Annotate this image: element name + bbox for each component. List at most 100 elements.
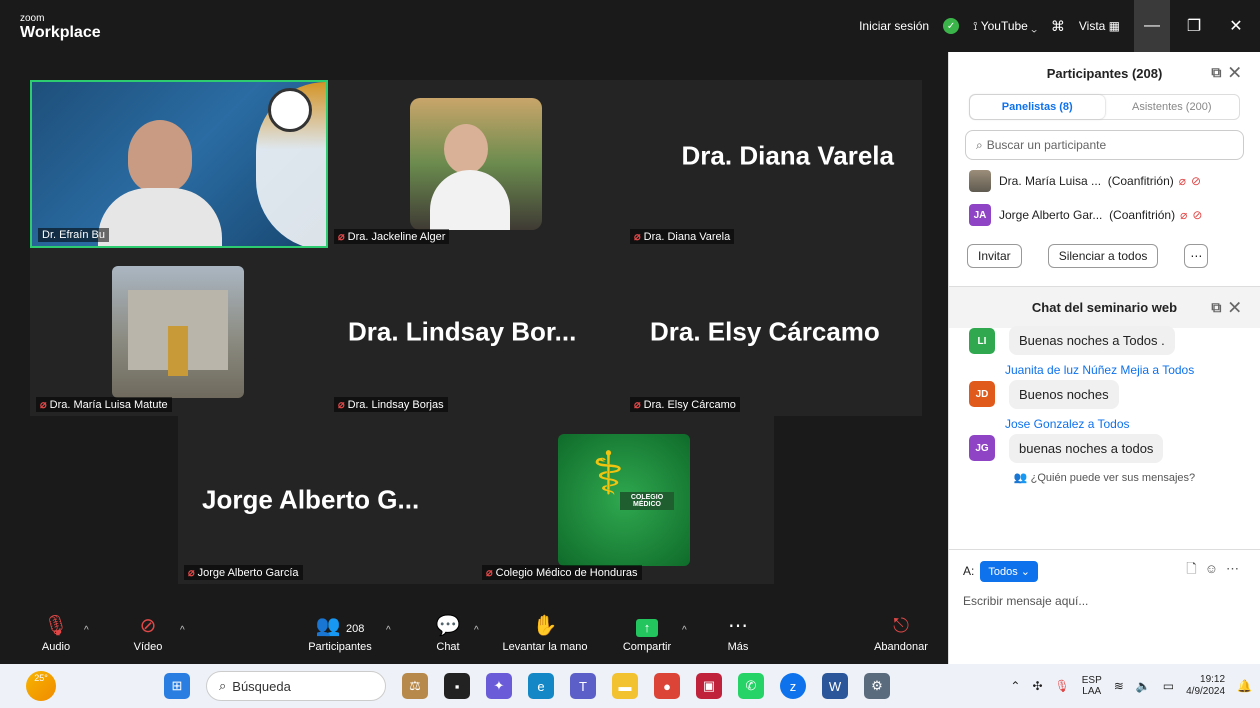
share-arrow-icon: ↑ — [636, 619, 658, 637]
share-options-caret[interactable]: ^ — [682, 625, 687, 636]
youtube-live-button[interactable]: ⟟ YouTube ⌄ — [973, 19, 1037, 34]
whatsapp-icon[interactable]: ✆ — [738, 673, 764, 699]
muted-mic-icon: ⌀ — [634, 399, 641, 411]
participant-row[interactable]: Dra. María Luisa ... (Coanfitrión) ⌀ ⊘ — [949, 164, 1260, 198]
raise-hand-button[interactable]: ✋ Levantar la mano — [496, 613, 594, 653]
more-options-button[interactable]: ⋯ — [1184, 244, 1209, 268]
chat-message: Jose Gonzalez a Todos JG buenas noches a… — [949, 417, 1260, 463]
logo-text: COLEGIO MÉDICO — [620, 492, 674, 510]
file-explorer-icon[interactable]: ▬ — [612, 673, 638, 699]
settings-gear-icon[interactable]: ⚙ — [864, 673, 890, 699]
close-panel-icon[interactable]: ✕ — [1229, 64, 1248, 80]
chat-input[interactable]: Escribir mensaje aquí... — [963, 594, 1247, 608]
muted-mic-icon: ⌀ — [1178, 174, 1186, 188]
battery-icon[interactable]: ▭ — [1163, 679, 1174, 693]
participants-options-caret[interactable]: ^ — [386, 625, 391, 636]
participants-button[interactable]: 👥 208 Participantes — [302, 613, 378, 653]
more-dots-icon[interactable]: ⋯ — [1226, 561, 1247, 576]
close-panel-icon[interactable]: ✕ — [1229, 299, 1248, 315]
video-tile-efrain-bu[interactable]: Dr. Efraín Bu — [30, 80, 328, 248]
file-icon[interactable]: 🗋 — [1186, 561, 1204, 576]
participant-big-name: Dra. Elsy Cárcamo — [650, 316, 880, 347]
wifi-icon[interactable]: ≋ — [1114, 679, 1124, 693]
task-view-icon[interactable]: ▪ — [444, 673, 470, 699]
share-screen-button[interactable]: ↑ Compartir — [614, 613, 680, 653]
profile-photo — [112, 266, 244, 398]
participant-name: ⌀ Jorge Alberto García — [184, 565, 303, 580]
participant-search-input[interactable]: ⌕ Buscar un participante — [965, 130, 1244, 160]
participants-header: Participantes (208) ⧉✕ — [1046, 64, 1248, 81]
avatar — [969, 170, 991, 192]
video-button[interactable]: ⊘ Vídeo — [128, 613, 168, 653]
copilot-icon[interactable]: ✦ — [486, 673, 512, 699]
volume-icon[interactable]: 🔈 — [1136, 679, 1151, 693]
video-tile-lindsay-borjas[interactable]: Dra. Lindsay Bor... ⌀ Dra. Lindsay Borjas — [328, 248, 624, 416]
close-window-button[interactable]: ✕ — [1218, 0, 1254, 52]
who-can-see-link[interactable]: 👥 ¿Quién puede ver sus mensajes? — [949, 471, 1260, 484]
popout-icon[interactable]: ⧉ — [1211, 299, 1229, 315]
seal-logo — [268, 88, 312, 132]
weather-widget[interactable]: 25° — [26, 671, 56, 701]
avatar: JA — [969, 204, 991, 226]
chat-header: Chat del seminario web ⧉✕ — [949, 286, 1260, 328]
participant-name: ⌀ Dra. Elsy Cárcamo — [630, 397, 740, 412]
teams-icon[interactable]: T — [570, 673, 596, 699]
notification-bell-icon[interactable]: 🔔 — [1237, 679, 1252, 693]
edge-icon[interactable]: e — [528, 673, 554, 699]
search-icon: ⌕ — [976, 137, 983, 152]
participant-tabs: Panelistas (8) Asistentes (200) — [969, 94, 1240, 120]
participant-name: ⌀ Dra. Diana Varela — [630, 229, 735, 244]
clock[interactable]: 19:12 4/9/2024 — [1186, 674, 1225, 698]
mic-icon[interactable]: 🎙 — [1055, 679, 1070, 693]
audio-button[interactable]: 🎙 Audio — [36, 613, 76, 653]
muted-mic-icon: ⌀ — [486, 567, 493, 579]
chat-compose: A: Todos ⌄ 🗋☺⋯ Escribir mensaje aquí... — [949, 549, 1260, 664]
language-indicator[interactable]: ESP LAA — [1082, 675, 1102, 697]
video-off-icon: ⊘ — [139, 615, 157, 637]
avatar: LI — [969, 328, 995, 354]
chat-options-caret[interactable]: ^ — [474, 625, 479, 636]
security-shield-icon[interactable]: ✓ — [943, 18, 960, 34]
recipient-dropdown[interactable]: Todos ⌄ — [980, 560, 1038, 582]
chrome-icon[interactable]: ● — [654, 673, 680, 699]
audio-options-caret[interactable]: ^ — [84, 625, 89, 636]
grid-apps-icon[interactable]: ⌘ — [1051, 18, 1065, 35]
tab-attendees[interactable]: Asistentes (200) — [1105, 95, 1240, 119]
hand-icon: ✋ — [532, 615, 558, 637]
video-options-caret[interactable]: ^ — [180, 625, 185, 636]
show-hidden-icons-chevron-icon[interactable]: ⌃ — [1010, 679, 1020, 693]
more-dots-icon: ⋯ — [728, 615, 748, 637]
video-tile-colegio-medico[interactable]: ⚕ COLEGIO MÉDICO ⌀ Colegio Médico de Hond… — [476, 416, 774, 584]
leave-icon: ⎋ — [893, 615, 909, 637]
tray-app-icon[interactable]: ✣ — [1032, 679, 1042, 693]
mute-all-button[interactable]: Silenciar a todos — [1047, 244, 1159, 268]
sign-in-link[interactable]: Iniciar sesión — [859, 19, 929, 33]
video-tile-jorge-alberto-garcia[interactable]: Jorge Alberto G... ⌀ Jorge Alberto García — [178, 416, 476, 584]
windows-start-icon[interactable]: ⊞ — [164, 673, 190, 699]
lawyer-app-icon[interactable]: ⚖ — [402, 673, 428, 699]
popout-icon[interactable]: ⧉ — [1211, 64, 1229, 80]
media-app-icon[interactable]: ▣ — [696, 673, 722, 699]
invite-button[interactable]: Invitar — [967, 244, 1022, 268]
zoom-logo: zoom Workplace — [20, 13, 101, 41]
video-tile-jackeline-alger[interactable]: ⌀ Dra. Jackeline Alger — [328, 80, 624, 248]
emoji-icon[interactable]: ☺ — [1205, 561, 1226, 576]
minimize-button[interactable]: — — [1134, 0, 1170, 52]
view-button[interactable]: Vista ▦ — [1079, 19, 1120, 33]
participant-name: Dr. Efraín Bu — [38, 228, 109, 242]
zoom-icon[interactable]: z — [780, 673, 806, 699]
chat-button[interactable]: 💬 Chat — [430, 613, 466, 653]
participant-name: ⌀ Dra. María Luisa Matute — [36, 397, 172, 412]
restore-button[interactable]: ❐ — [1176, 0, 1212, 52]
word-icon[interactable]: W — [822, 673, 848, 699]
taskbar-search-input[interactable]: ⌕ Búsqueda — [206, 671, 386, 701]
video-tile-elsy-carcamo[interactable]: Dra. Elsy Cárcamo ⌀ Dra. Elsy Cárcamo — [624, 248, 922, 416]
participant-row[interactable]: JA Jorge Alberto Gar... (Coanfitrión) ⌀ ⊘ — [949, 198, 1260, 232]
tab-panelists[interactable]: Panelistas (8) — [970, 95, 1105, 119]
more-button[interactable]: ⋯ Más — [720, 613, 756, 653]
muted-mic-icon: ⌀ — [338, 231, 345, 243]
leave-button[interactable]: ⎋ Abandonar — [868, 613, 934, 653]
video-tile-diana-varela[interactable]: Dra. Diana Varela ⌀ Dra. Diana Varela — [624, 80, 922, 248]
colegio-medico-logo: ⚕ COLEGIO MÉDICO — [558, 434, 690, 566]
video-tile-maria-luisa-matute[interactable]: ⌀ Dra. María Luisa Matute — [30, 248, 328, 416]
